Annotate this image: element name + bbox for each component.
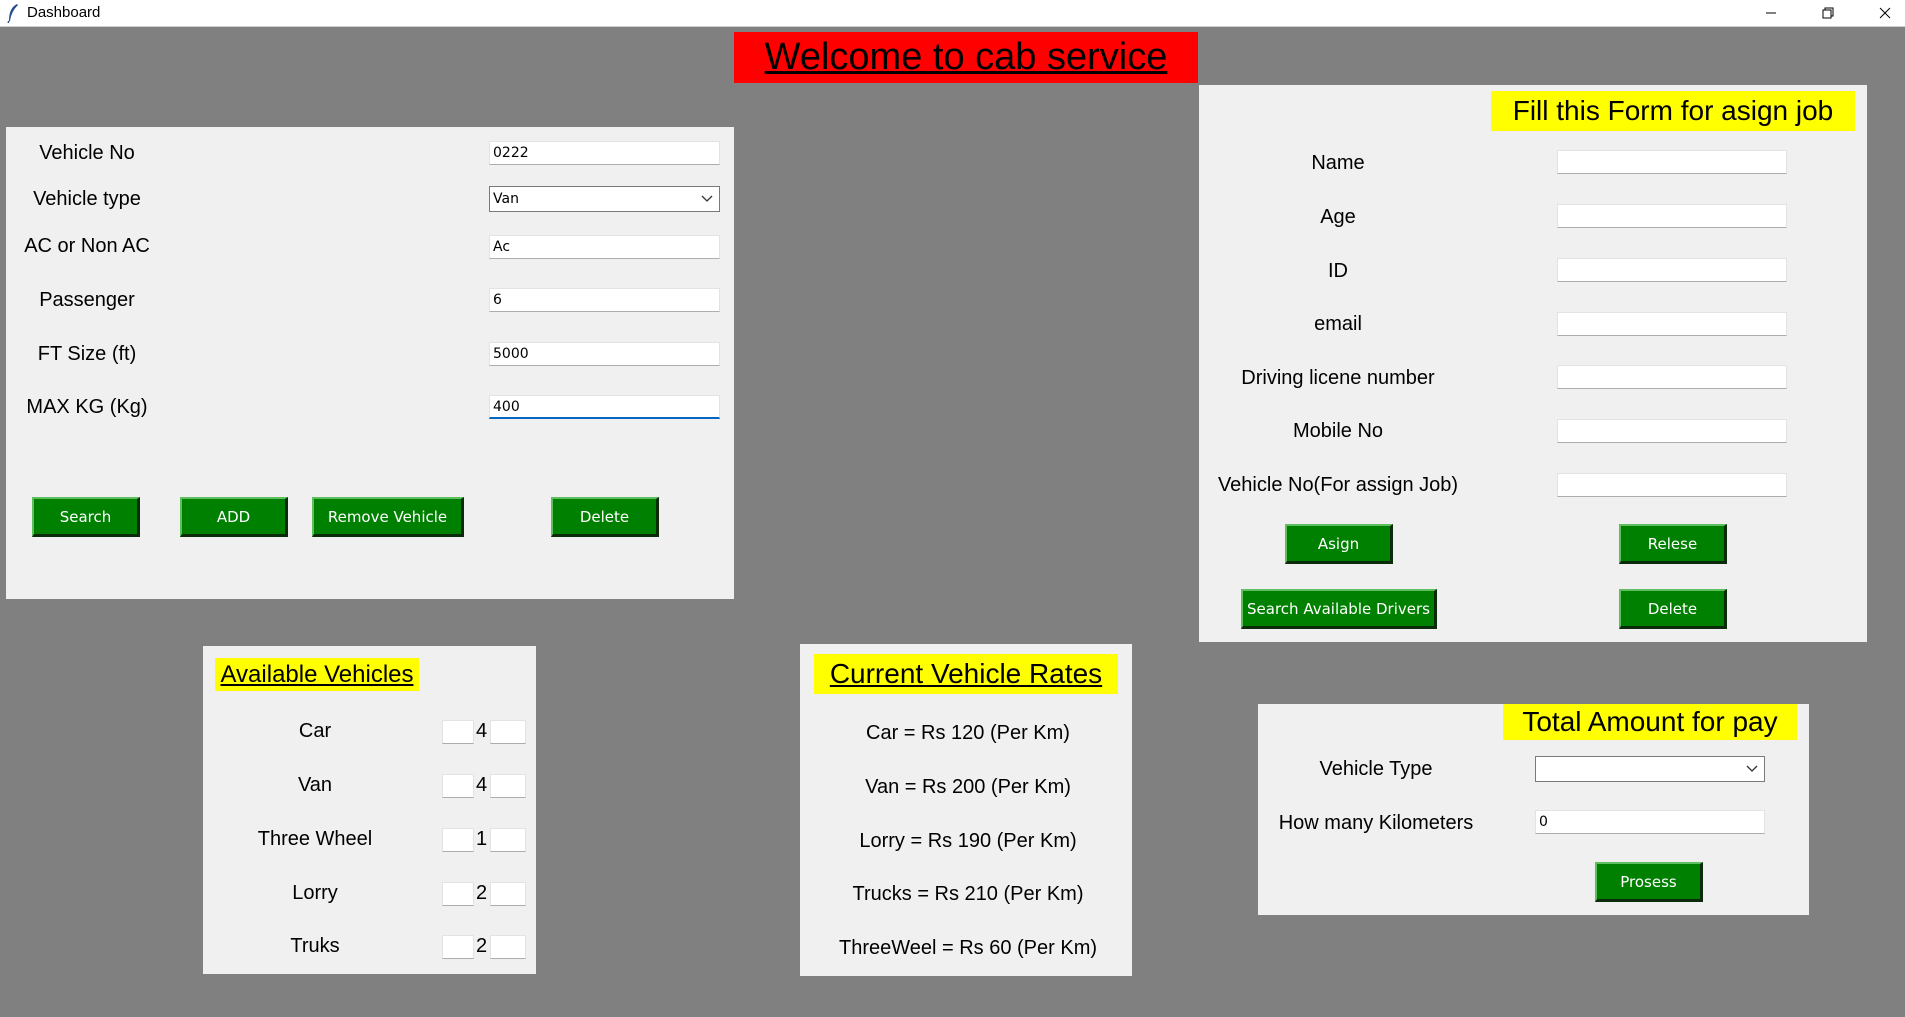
add-vehicle-button[interactable]: ADD: [180, 497, 288, 537]
job-form-title: Fill this Form for asign job: [1491, 91, 1855, 131]
search-drivers-button[interactable]: Search Available Drivers: [1241, 589, 1437, 629]
rate-van: Van = Rs 200 (Per Km): [865, 776, 1071, 798]
remove-vehicle-button[interactable]: Remove Vehicle: [312, 497, 464, 537]
age-input[interactable]: [1557, 204, 1787, 228]
truks-count: 2: [476, 935, 488, 957]
van-count-box-right: [490, 774, 526, 798]
delete-vehicle-button[interactable]: Delete: [551, 497, 659, 537]
total-amount-panel: Total Amount for pay Vehicle Type How ma…: [1258, 704, 1809, 915]
passenger-input[interactable]: 6: [489, 288, 720, 312]
email-input[interactable]: [1557, 312, 1787, 336]
vehicle-type-total-label: Vehicle Type: [1319, 758, 1433, 780]
chevron-down-icon: [701, 195, 713, 202]
name-input[interactable]: [1557, 150, 1787, 174]
id-label: ID: [1328, 260, 1348, 282]
lorry-count: 2: [476, 882, 488, 904]
window-title: Dashboard: [27, 4, 101, 21]
kilometers-input[interactable]: 0: [1535, 810, 1765, 834]
kilometers-label: How many Kilometers: [1278, 812, 1474, 834]
lorry-count-box-left: [442, 882, 474, 906]
window-titlebar: Dashboard: [0, 0, 1905, 27]
car-label: Car: [298, 720, 332, 742]
car-count-box-left: [442, 720, 474, 744]
rate-lorry: Lorry = Rs 190 (Per Km): [859, 830, 1077, 852]
three-wheel-label: Three Wheel: [257, 828, 373, 850]
car-count-box-right: [490, 720, 526, 744]
car-count: 4: [476, 720, 488, 742]
relese-button[interactable]: Relese: [1619, 524, 1727, 564]
three-wheel-count-box-right: [490, 828, 526, 852]
id-input[interactable]: [1557, 258, 1787, 282]
truks-count-box-left: [442, 935, 474, 959]
asign-button[interactable]: Asign: [1285, 524, 1393, 564]
ft-size-input[interactable]: 5000: [489, 342, 720, 366]
age-label: Age: [1320, 206, 1356, 228]
assign-vehicle-no-label: Vehicle No(For assign Job): [1217, 474, 1459, 496]
license-label: Driving licene number: [1241, 367, 1435, 389]
restore-button[interactable]: [1800, 0, 1856, 26]
max-kg-label: MAX KG (Kg): [26, 396, 148, 418]
close-button[interactable]: [1857, 0, 1905, 26]
job-form-panel: Fill this Form for asign job Name Age ID…: [1199, 85, 1867, 642]
van-count: 4: [476, 774, 488, 796]
available-vehicles-panel: Available Vehicles Car 4 Van 4 Three Whe…: [203, 646, 536, 974]
vehicle-rates-title: Current Vehicle Rates: [814, 654, 1118, 694]
truks-count-box-right: [490, 935, 526, 959]
process-button[interactable]: Prosess: [1595, 862, 1703, 902]
feather-icon: [6, 3, 20, 24]
mobile-label: Mobile No: [1292, 420, 1384, 442]
vehicle-type-label: Vehicle type: [33, 188, 141, 210]
truks-label: Truks: [290, 935, 340, 957]
delete-driver-button[interactable]: Delete: [1619, 589, 1727, 629]
email-label: email: [1314, 313, 1362, 335]
total-amount-title: Total Amount for pay: [1503, 704, 1797, 740]
page-title: Welcome to cab service: [734, 32, 1198, 83]
max-kg-input[interactable]: 400: [489, 395, 720, 419]
restore-icon: [1822, 7, 1834, 19]
name-label: Name: [1311, 152, 1365, 174]
search-vehicle-button[interactable]: Search: [32, 497, 140, 537]
lorry-label: Lorry: [292, 882, 338, 904]
chevron-down-icon: [1746, 765, 1758, 772]
ac-label: AC or Non AC: [24, 235, 150, 257]
vehicle-rates-panel: Current Vehicle Rates Car = Rs 120 (Per …: [800, 644, 1132, 976]
passenger-label: Passenger: [39, 289, 135, 311]
three-wheel-count: 1: [476, 828, 488, 850]
ft-size-label: FT Size (ft): [37, 343, 137, 365]
ac-input[interactable]: Ac: [489, 235, 720, 259]
vehicle-type-total-select[interactable]: [1535, 756, 1765, 782]
assign-vehicle-no-input[interactable]: [1557, 473, 1787, 497]
lorry-count-box-right: [490, 882, 526, 906]
vehicle-form-panel: Vehicle No 0222 Vehicle type Van AC or N…: [6, 127, 734, 599]
license-input[interactable]: [1557, 365, 1787, 389]
available-vehicles-title: Available Vehicles: [215, 658, 419, 691]
van-label: Van: [297, 774, 333, 796]
three-wheel-count-box-left: [442, 828, 474, 852]
rate-threewheel: ThreeWeel = Rs 60 (Per Km): [838, 937, 1098, 959]
vehicle-no-input[interactable]: 0222: [489, 141, 720, 165]
van-count-box-left: [442, 774, 474, 798]
vehicle-no-label: Vehicle No: [39, 142, 135, 164]
vehicle-type-select[interactable]: Van: [489, 186, 720, 212]
minimize-button[interactable]: [1743, 0, 1799, 26]
minimize-icon: [1766, 12, 1776, 14]
vehicle-type-value: Van: [493, 191, 519, 207]
rate-car: Car = Rs 120 (Per Km): [866, 722, 1070, 744]
close-icon: [1879, 7, 1891, 19]
mobile-input[interactable]: [1557, 419, 1787, 443]
rate-trucks: Trucks = Rs 210 (Per Km): [852, 883, 1084, 905]
